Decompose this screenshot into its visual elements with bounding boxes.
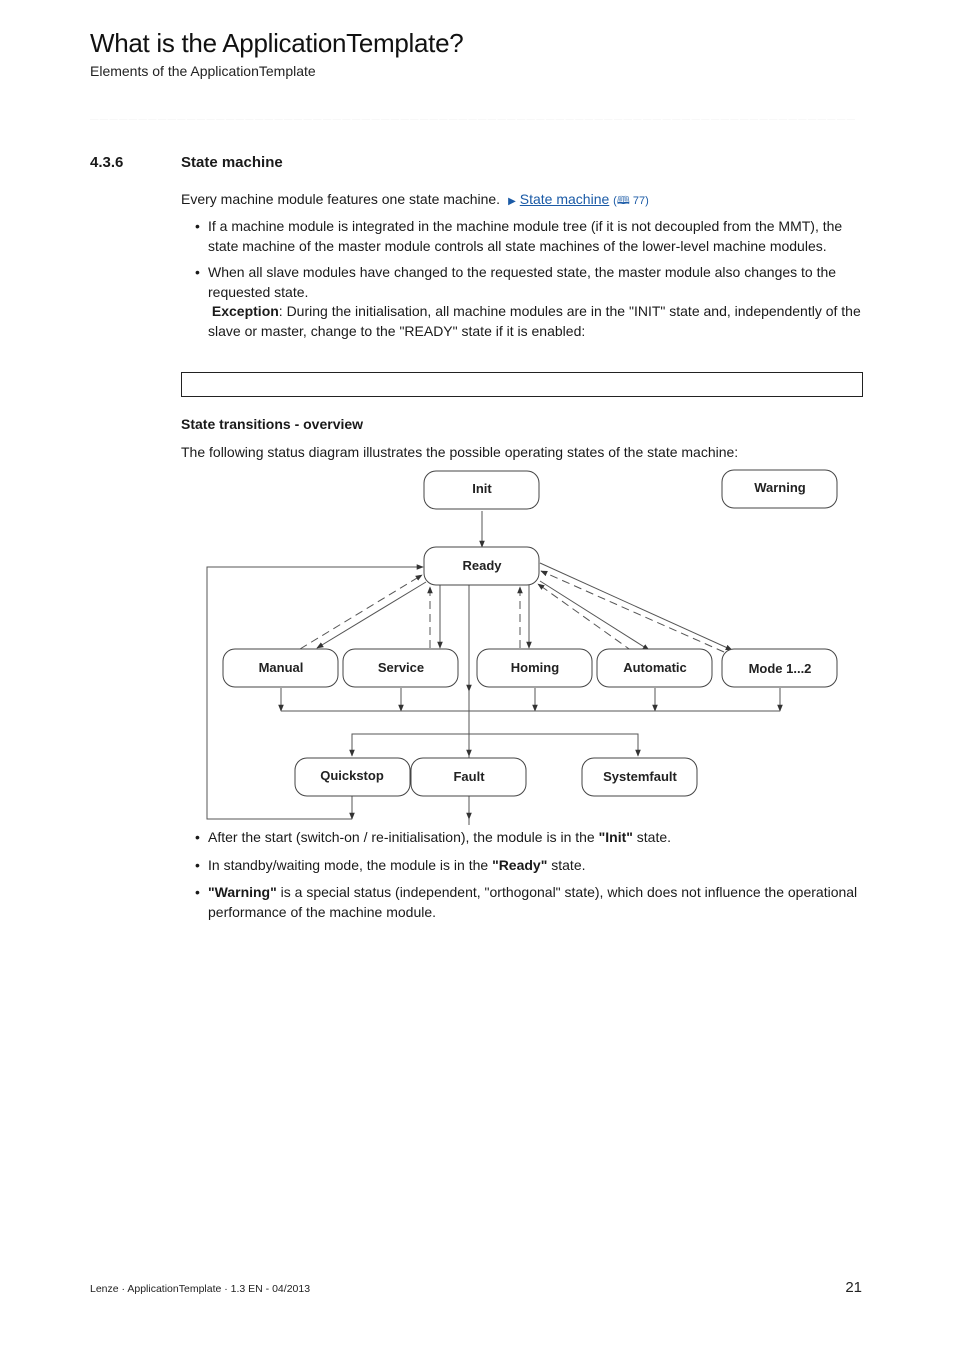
edge-ready-manual: [316, 581, 427, 649]
state-fault-label: Fault: [453, 769, 485, 784]
bullet-list-bottom: After the start (switch-on / re-initiali…: [181, 828, 866, 930]
triangle-right-icon: ▶: [508, 196, 516, 207]
page-title: What is the ApplicationTemplate?: [90, 28, 464, 58]
list-item: If a machine module is integrated in the…: [181, 217, 866, 256]
state-machine-link[interactable]: State machine: [520, 191, 610, 207]
edge-automatic-ready: [537, 583, 633, 652]
state-init-label: Init: [472, 481, 492, 496]
list-item: After the start (switch-on / re-initiali…: [181, 828, 866, 848]
bullet-text: state.: [632, 829, 672, 845]
edge-manual-ready: [299, 574, 423, 650]
list-item: When all slave modules have changed to t…: [181, 263, 866, 341]
section-title: State machine: [181, 154, 283, 171]
state-mode-label: Mode 1...2: [749, 661, 812, 676]
bullet-bold: "Ready": [492, 856, 548, 873]
page-subtitle: Elements of the ApplicationTemplate: [90, 63, 316, 79]
bullet-bold: "Warning": [208, 884, 277, 900]
exception-label: Exception: [211, 303, 279, 319]
state-ready-label: Ready: [462, 558, 502, 573]
edge-ready-mode: [539, 562, 733, 651]
edge-ready-automatic: [539, 580, 650, 651]
intro-paragraph: Every machine module features one state …: [181, 190, 649, 212]
section-number: 4.3.6: [90, 154, 124, 171]
state-warning-label: Warning: [754, 480, 806, 495]
state-service-label: Service: [378, 660, 424, 675]
footer-doc-info: Lenze · ApplicationTemplate · 1.3 EN - 0…: [90, 1283, 311, 1295]
exception-text: : During the initialisation, all machine…: [208, 303, 861, 339]
state-systemfault-label: Systemfault: [603, 769, 677, 784]
bullet-text: If a machine module is integrated in the…: [208, 218, 843, 254]
bullet-text: In standby/waiting mode, the module is i…: [208, 856, 493, 873]
diagram-intro: The following status diagram illustrates…: [181, 444, 739, 460]
state-quickstop-label: Quickstop: [320, 768, 384, 783]
state-diagram: Init Warning Ready Manual Service Homing…: [206, 469, 838, 825]
bullet-text: state.: [547, 856, 586, 873]
state-manual-label: Manual: [259, 660, 304, 675]
bullet-bold: "Init": [598, 829, 633, 845]
ref-page: 77): [632, 195, 649, 207]
list-item: "Warning" is a special status (independe…: [181, 883, 866, 922]
book-icon: 🕮: [616, 195, 630, 207]
page-number: 21: [845, 1279, 862, 1296]
list-item: In standby/waiting mode, the module is i…: [181, 856, 866, 876]
bullet-text: When all slave modules have changed to t…: [208, 264, 837, 300]
subheading: State transitions - overview: [181, 416, 364, 432]
header-divider: ________________________________________…: [90, 112, 857, 120]
bullet-text: After the start (switch-on / re-initiali…: [208, 829, 599, 845]
bullet-text: is a special status (independent, "ortho…: [208, 884, 858, 920]
bullet-list-top: If a machine module is integrated in the…: [181, 217, 866, 348]
state-homing-label: Homing: [511, 660, 559, 675]
state-automatic-label: Automatic: [623, 660, 687, 675]
edge-to-quickstop: [349, 733, 639, 757]
intro-text: Every machine module features one state …: [181, 191, 501, 207]
page-reference[interactable]: (🕮 77): [613, 195, 649, 207]
empty-note-box: [181, 372, 863, 397]
